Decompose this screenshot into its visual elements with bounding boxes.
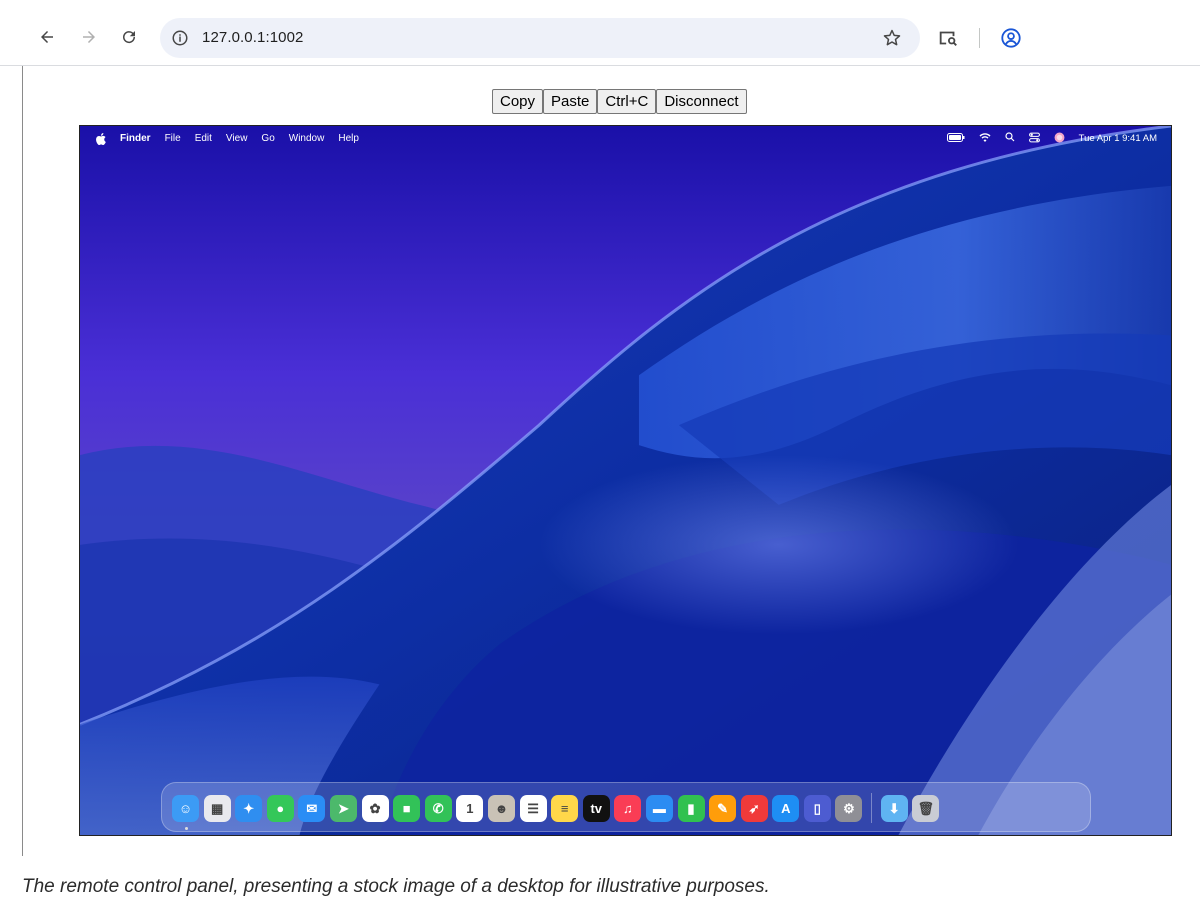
copy-button[interactable]: Copy [492, 89, 544, 114]
tab-search-icon[interactable] [936, 26, 960, 50]
menu-window[interactable]: Window [289, 133, 325, 144]
rocket-icon[interactable]: ➶ [740, 795, 768, 822]
menu-help[interactable]: Help [338, 133, 359, 144]
battery-icon[interactable] [946, 132, 965, 145]
spotlight-search-icon[interactable] [1005, 132, 1015, 145]
forward-arrow-icon[interactable] [74, 22, 104, 52]
app-menu-finder[interactable]: Finder [120, 133, 151, 144]
toolbar-divider [979, 28, 980, 48]
launchpad-icon[interactable]: ▦ [203, 795, 231, 822]
calendar-icon[interactable]: 1 [456, 795, 484, 822]
url-text[interactable]: 127.0.0.1:1002 [202, 29, 304, 46]
pages-icon[interactable]: ✎ [709, 795, 737, 822]
numbers-icon[interactable]: ▮ [677, 795, 705, 822]
iphone-mirroring-icon[interactable]: ▯ [803, 795, 831, 822]
running-indicator [185, 827, 188, 830]
photos-icon[interactable]: ✿ [361, 795, 389, 822]
site-info-icon[interactable] [168, 26, 192, 50]
menu-bar-clock[interactable]: Tue Apr 1 9:41 AM [1079, 133, 1157, 144]
dock-icon-row: ☺ ▦ ✦ ● ✉ ➤ ✿ ■ ✆ 1 ☻ ☰ ≡ tv ♫ ▬ ▮ ✎ ➶ A ▯ ⚙ ⬇ 🗑 [172, 791, 940, 825]
menu-view[interactable]: View [226, 133, 248, 144]
paste-button[interactable]: Paste [543, 89, 598, 114]
profile-avatar-icon[interactable] [998, 25, 1024, 51]
messages-icon[interactable]: ● [266, 795, 294, 822]
reload-icon[interactable] [114, 22, 144, 52]
article-margin-line [22, 66, 23, 856]
apple-tv-icon[interactable]: tv [582, 795, 610, 822]
menu-edit[interactable]: Edit [195, 133, 212, 144]
menu-go[interactable]: Go [261, 133, 274, 144]
address-bar[interactable]: 127.0.0.1:1002 [160, 18, 920, 58]
facetime-icon[interactable]: ■ [393, 795, 421, 822]
remote-desktop-view[interactable]: Finder File Edit View Go Window Help Tue… [79, 125, 1172, 836]
bookmark-star-icon[interactable] [880, 26, 904, 50]
maps-icon[interactable]: ➤ [329, 795, 357, 822]
figure-caption: The remote control panel, presenting a s… [22, 876, 770, 897]
app-store-icon[interactable]: A [772, 795, 800, 822]
remote-controls: Copy Paste Ctrl+C Disconnect [492, 89, 747, 114]
wifi-icon[interactable] [979, 132, 991, 145]
disconnect-button[interactable]: Disconnect [656, 89, 747, 114]
siri-icon[interactable] [1054, 132, 1065, 146]
browser-toolbar: 127.0.0.1:1002 [0, 0, 1200, 66]
music-icon[interactable]: ♫ [614, 795, 642, 822]
apple-logo-icon[interactable] [96, 132, 106, 145]
dock-separator [871, 793, 873, 823]
mac-dock: ☺ ▦ ✦ ● ✉ ➤ ✿ ■ ✆ 1 ☻ ☰ ≡ tv ♫ ▬ ▮ ✎ ➶ A ▯ ⚙ ⬇ 🗑 [161, 782, 1091, 832]
phone-icon[interactable]: ✆ [424, 795, 452, 822]
trash-icon[interactable]: 🗑 [912, 795, 940, 822]
safari-icon[interactable]: ✦ [235, 795, 263, 822]
finder-icon[interactable]: ☺ [172, 795, 199, 822]
system-settings-icon[interactable]: ⚙ [835, 795, 863, 822]
back-arrow-icon[interactable] [32, 22, 62, 52]
ctrl-c-button[interactable]: Ctrl+C [597, 89, 657, 114]
mac-menu-bar: Finder File Edit View Go Window Help Tue… [80, 126, 1171, 151]
menu-file[interactable]: File [165, 133, 181, 144]
menu-bar-status: Tue Apr 1 9:41 AM [946, 126, 1157, 151]
keynote-icon[interactable]: ▬ [645, 795, 673, 822]
downloads-folder-icon[interactable]: ⬇ [880, 795, 908, 822]
reminders-icon[interactable]: ☰ [519, 795, 547, 822]
notes-icon[interactable]: ≡ [551, 795, 579, 822]
control-center-icon[interactable] [1028, 132, 1040, 146]
contacts-icon[interactable]: ☻ [487, 795, 515, 822]
mail-icon[interactable]: ✉ [298, 795, 326, 822]
desktop-wallpaper [80, 126, 1171, 835]
